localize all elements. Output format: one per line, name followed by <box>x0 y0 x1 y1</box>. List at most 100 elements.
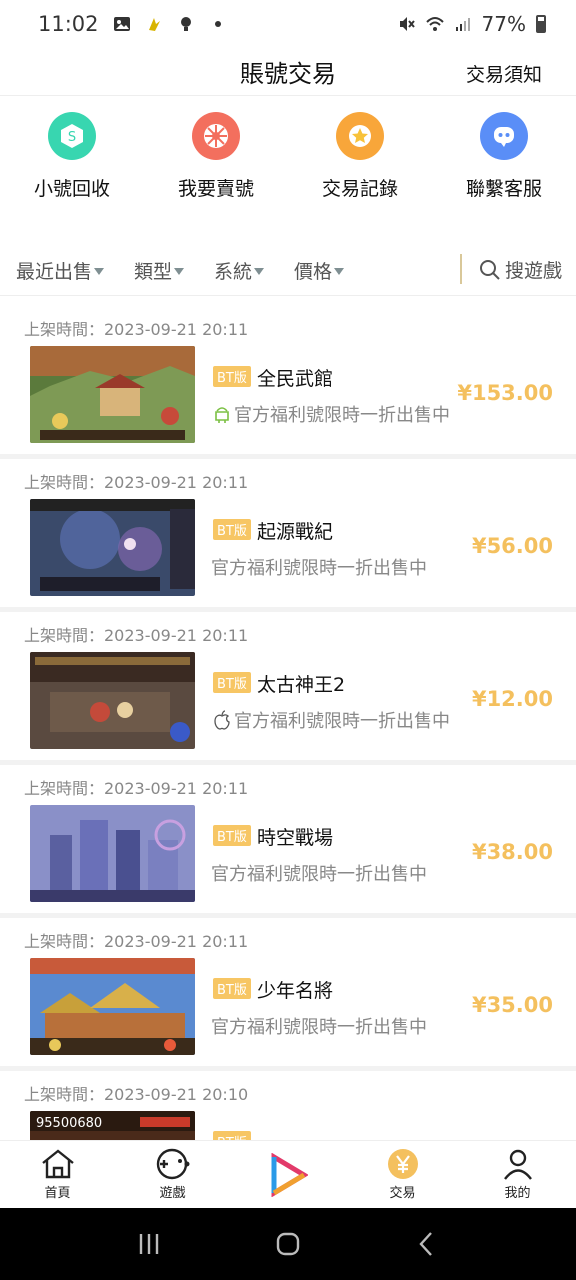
listing-desc: 官方福利號限時一折出售中 <box>211 554 427 580</box>
sell-wheel-icon <box>192 112 240 160</box>
list-item[interactable]: 上架時間：2023-09-21 20:11 BT版 少年名將 官方福利號限時一折… <box>0 918 576 1071</box>
game-thumbnail <box>30 958 195 1055</box>
home-button-icon[interactable] <box>273 1229 303 1259</box>
quick-action-sell[interactable]: 我要賣號 <box>144 112 288 222</box>
header: 賬號交易 交易須知 <box>0 48 576 96</box>
user-icon <box>503 1149 532 1180</box>
listing-desc: 官方福利號限時一折出售中 <box>213 707 450 733</box>
nav-label: 交易 <box>389 1186 416 1201</box>
android-icon <box>215 407 229 423</box>
listing-desc-text: 官方福利號限時一折出售中 <box>211 864 427 885</box>
quick-action-recycle[interactable]: S 小號回收 <box>0 112 144 222</box>
trade-notice-link[interactable]: 交易須知 <box>466 60 542 87</box>
list-item[interactable]: 上架時間：2023-09-21 20:11 BT版 全民武館 官方福利號限時一折… <box>0 306 576 459</box>
quick-action-label: 我要賣號 <box>177 178 254 200</box>
filter-recent-label: 最近出售 <box>16 261 93 283</box>
listing-price: ¥35.00 <box>471 993 553 1017</box>
bt-badge: BT版 <box>213 672 251 693</box>
quick-action-support[interactable]: 聯繫客服 <box>432 112 576 222</box>
battery-percent: 77% <box>481 12 526 36</box>
listing-time: 上架時間：2023-09-21 20:11 <box>24 473 249 492</box>
nav-home[interactable]: 首頁 <box>0 1141 115 1208</box>
bottom-nav: 首頁 遊戲 交易 我的 <box>0 1140 576 1208</box>
listing-time: 上架時間：2023-09-21 20:11 <box>24 779 249 798</box>
recent-apps-icon[interactable] <box>134 1229 164 1259</box>
filter-recent[interactable]: 最近出售 <box>16 257 105 284</box>
home-icon <box>41 1149 74 1179</box>
filter-bar: 最近出售 類型 系統 價格 搜遊戲 <box>0 246 576 296</box>
bt-badge: BT版 <box>213 978 251 999</box>
game-thumbnail <box>30 499 195 596</box>
nav-games[interactable]: 遊戲 <box>115 1141 230 1208</box>
wifi-icon <box>425 17 444 31</box>
quick-actions: S 小號回收 我要賣號 交易記錄 聯繫客服 <box>0 112 576 222</box>
game-thumbnail <box>30 652 195 749</box>
game-thumbnail: 95500680 <box>30 1111 195 1140</box>
bt-badge: BT版 <box>213 519 251 540</box>
listing-desc-text: 官方福利號限時一折出售中 <box>234 405 450 426</box>
nav-play-center[interactable] <box>230 1141 345 1208</box>
bt-badge: BT版 <box>213 366 251 387</box>
listing-desc-text: 官方福利號限時一折出售中 <box>234 711 450 732</box>
nav-label: 遊戲 <box>159 1186 186 1201</box>
nav-profile[interactable]: 我的 <box>460 1141 575 1208</box>
listing-price: ¥153.00 <box>457 381 553 405</box>
listing-time: 上架時間：2023-09-21 20:11 <box>24 932 249 951</box>
game-thumbnail <box>30 805 195 902</box>
listing-price: ¥56.00 <box>471 534 553 558</box>
listing-desc: 官方福利號限時一折出售中 <box>211 1013 427 1039</box>
search-icon <box>479 259 500 280</box>
game-thumbnail <box>30 346 195 443</box>
status-time: 11:02 <box>38 12 99 36</box>
listing-desc-text: 官方福利號限時一折出售中 <box>211 1017 427 1038</box>
apple-icon <box>214 710 230 730</box>
game-controller-icon <box>156 1148 189 1180</box>
filter-type[interactable]: 類型 <box>134 257 185 284</box>
quick-action-label: 小號回收 <box>33 178 110 200</box>
system-nav-bar <box>0 1208 576 1280</box>
nav-label: 首頁 <box>44 1186 71 1201</box>
list-item[interactable]: 上架時間：2023-09-21 20:11 BT版 時空戰場 官方福利號限時一折… <box>0 765 576 918</box>
play-logo-icon <box>271 1152 308 1197</box>
filter-system[interactable]: 系統 <box>214 257 265 284</box>
game-name: 太古神王2 <box>257 674 346 696</box>
game-name: 起源戰紀 <box>257 521 334 543</box>
caret-down-icon <box>334 268 345 275</box>
star-record-icon <box>336 112 384 160</box>
support-chat-icon <box>480 112 528 160</box>
gallery-icon <box>113 17 130 31</box>
search-game-button[interactable]: 搜遊戲 <box>479 256 562 283</box>
listing-time: 上架時間：2023-09-21 20:11 <box>24 626 249 645</box>
svg-text:S: S <box>68 130 76 145</box>
game-name: 少年名將 <box>257 980 334 1002</box>
recycle-s-icon: S <box>48 112 96 160</box>
quick-action-label: 聯繫客服 <box>465 178 542 200</box>
app-notification-icon <box>148 18 160 31</box>
bulb-icon <box>180 17 191 31</box>
bt-badge: BT版 <box>213 1131 251 1140</box>
nav-trade[interactable]: 交易 <box>345 1141 460 1208</box>
bt-badge: BT版 <box>213 825 251 846</box>
caret-down-icon <box>254 268 265 275</box>
svg-text:95500680: 95500680 <box>36 1116 102 1131</box>
back-icon[interactable] <box>412 1229 442 1259</box>
listing-desc: 官方福利號限時一折出售中 <box>211 860 427 886</box>
listing-list[interactable]: 上架時間：2023-09-21 20:11 BT版 全民武館 官方福利號限時一折… <box>0 306 576 1140</box>
listing-time: 上架時間：2023-09-21 20:11 <box>24 320 249 339</box>
signal-icon <box>455 18 470 31</box>
game-name: 時空戰場 <box>257 827 334 849</box>
list-item[interactable]: 上架時間：2023-09-21 20:11 BT版 太古神王2 官方福利號限時一… <box>0 612 576 765</box>
listing-time: 上架時間：2023-09-21 20:10 <box>24 1085 249 1104</box>
listing-price: ¥12.00 <box>471 687 553 711</box>
game-name: 全民武館 <box>257 368 334 390</box>
filter-type-label: 類型 <box>134 261 173 283</box>
filter-price[interactable]: 價格 <box>294 257 345 284</box>
list-item[interactable]: 上架時間：2023-09-21 20:11 BT版 起源戰紀 官方福利號限時一折… <box>0 459 576 612</box>
status-bar: 11:02 77% <box>0 0 576 48</box>
yen-coin-icon <box>387 1149 418 1179</box>
list-item[interactable]: 上架時間：2023-09-21 20:10 95500680 BT版 <box>0 1071 576 1140</box>
search-game-label: 搜遊戲 <box>504 260 562 282</box>
quick-action-records[interactable]: 交易記錄 <box>288 112 432 222</box>
battery-icon <box>536 15 546 33</box>
nav-label: 我的 <box>504 1186 531 1201</box>
